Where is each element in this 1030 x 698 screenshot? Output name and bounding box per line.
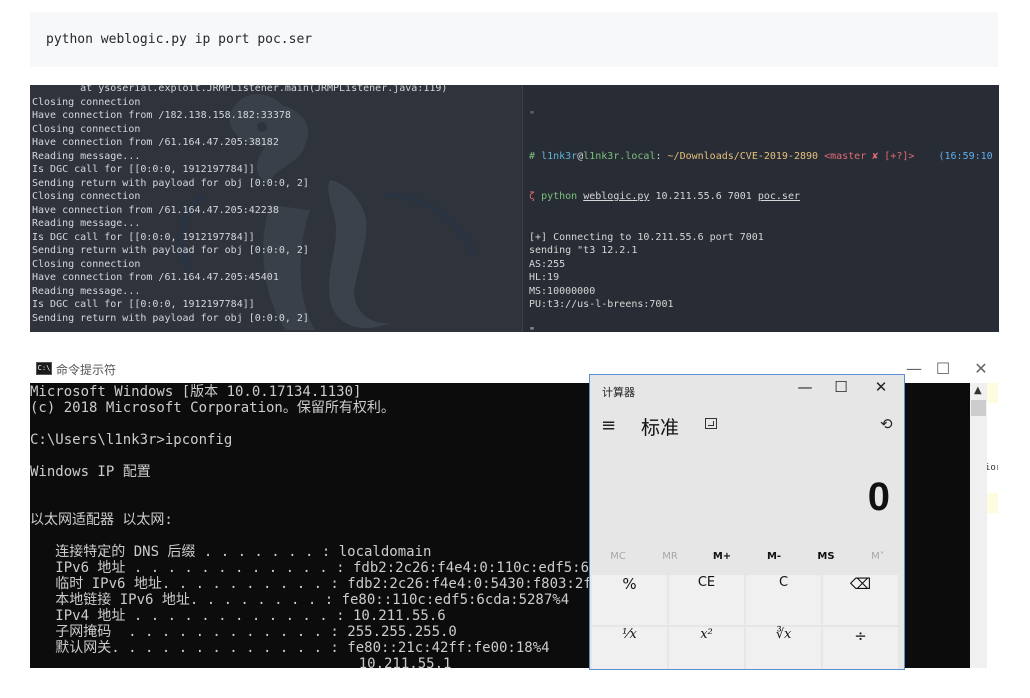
- terminal-line: Sending return with payload for obj [0:0…: [32, 177, 309, 189]
- partial-text: ior: [987, 463, 998, 473]
- terminal-line: PU:t3://us-l-breens:7001: [529, 299, 674, 310]
- right-terminal: " # l1nk3r@l1nk3r.local: ~/Downloads/CVE…: [522, 85, 999, 332]
- console-line: C:\Users\l1nk3r>ipconfig: [30, 432, 233, 448]
- square-label: x²: [700, 627, 713, 642]
- console-line: 默认网关. . . . . . . . . . . . . : fe80::21…: [30, 640, 550, 656]
- terminal-line: Is DGC call for [[0:0:0, 1912197784]]: [32, 164, 255, 175]
- terminal-line: Sending return with payload for obj [0:0…: [32, 245, 309, 256]
- prompt-host: l1nk3r.local: [583, 150, 656, 162]
- command-line: ζ python weblogic.py 10.211.55.6 7001 po…: [529, 190, 993, 204]
- terminal-line: HL:19: [529, 272, 560, 283]
- terminal-line: Reading message...: [32, 285, 141, 297]
- terminal-line: Reading message...: [32, 150, 141, 162]
- scrollbar[interactable]: ▲: [970, 383, 987, 668]
- calculator-title: 计算器: [602, 386, 635, 399]
- command-args: 10.211.55.6 7001: [655, 191, 752, 202]
- close-button[interactable]: ✕: [966, 359, 996, 378]
- console-line: 子网掩码 . . . . . . . . . . . . : 255.255.2…: [30, 624, 457, 640]
- left-terminal: at ysoserial.exploit.JRMPListener.main(J…: [30, 85, 522, 332]
- calculator-window: 计算器 — ☐ ✕ ≡ 标准 ⟲ 0 MC MR M+ M- MS M˅ % C…: [589, 374, 905, 670]
- console-line: 临时 IPv6 地址. . . . . . . . . . : fdb2:2c2…: [30, 576, 626, 592]
- prompt-arrow-icon: ζ: [529, 191, 536, 202]
- calculator-display: 0: [867, 475, 890, 519]
- percent-button[interactable]: %: [592, 575, 667, 625]
- terminal-line: Closing connection: [32, 123, 141, 135]
- right-terminal-output: " # l1nk3r@l1nk3r.local: ~/Downloads/CVE…: [529, 85, 993, 332]
- scroll-thumb[interactable]: [971, 400, 986, 416]
- clear-button[interactable]: C: [746, 575, 821, 625]
- terminal-line: Closing connection: [32, 191, 141, 202]
- prompt-colon: :: [655, 150, 662, 162]
- console-line: Windows IP 配置: [30, 464, 151, 480]
- code-block: python weblogic.py ip port poc.ser: [30, 12, 998, 67]
- terminal-line: Is DGC call for [[0:0:0, 1912197784]]: [32, 299, 255, 310]
- terminal-line: MS:10000000: [529, 285, 596, 297]
- left-terminal-output: at ysoserial.exploit.JRMPListener.main(J…: [32, 85, 447, 325]
- menu-icon[interactable]: ≡: [601, 415, 616, 436]
- terminal-line: ": [529, 110, 536, 121]
- cmd-app-icon: C:\: [36, 362, 52, 375]
- calc-maximize-button[interactable]: ☐: [826, 378, 856, 396]
- memory-clear-button[interactable]: MC: [592, 551, 644, 562]
- console-line: IPv6 地址 . . . . . . . . . . . . : fdb2:2…: [30, 560, 632, 576]
- console-line: IPv4 地址 . . . . . . . . . . . . : 10.211…: [30, 608, 446, 624]
- memory-add-button[interactable]: M+: [696, 551, 748, 562]
- backspace-button[interactable]: ⌫: [823, 575, 898, 625]
- cmd-title: 命令提示符: [56, 363, 117, 377]
- clear-entry-button[interactable]: CE: [669, 575, 744, 625]
- reciprocal-button[interactable]: ⅟x: [592, 627, 667, 669]
- terminal-line: AS:255: [529, 258, 566, 270]
- console-line: 以太网适配器 以太网:: [30, 512, 173, 528]
- terminal-line: sending "t3 12.2.1: [529, 245, 638, 256]
- prompt-hash: #: [529, 150, 536, 162]
- memory-recall-button[interactable]: MR: [644, 551, 696, 562]
- terminal-line: [+] Connecting to 10.211.55.6 port 7001: [529, 231, 764, 243]
- memory-list-button[interactable]: M˅: [852, 551, 904, 562]
- terminal-line: Is DGC call for [[0:0:0, 1912197784]]: [32, 231, 255, 243]
- prompt-line: # l1nk3r@l1nk3r.local: ~/Downloads/CVE-2…: [529, 150, 993, 164]
- terminal-line: Have connection from /61.164.47.205:3818…: [32, 137, 279, 148]
- command-file: poc.ser: [757, 191, 800, 202]
- memory-subtract-button[interactable]: M-: [748, 551, 800, 562]
- console-line: (c) 2018 Microsoft Corporation。保留所有权利。: [30, 400, 395, 416]
- calc-close-button[interactable]: ✕: [866, 378, 896, 396]
- git-branch: <master ✘ [+?]>: [824, 150, 915, 162]
- divide-button[interactable]: ÷: [823, 627, 898, 669]
- cube-root-label: ∛x: [775, 627, 792, 642]
- terminal-line: Closing connection: [32, 96, 141, 108]
- console-line: Microsoft Windows [版本 10.0.17134.1130]: [30, 384, 362, 400]
- terminal-line: Have connection from /61.164.47.205:4540…: [32, 272, 279, 283]
- highlight-strip: [987, 493, 998, 513]
- prompt-path: ~/Downloads/CVE-2019-2890: [667, 150, 819, 162]
- calc-minimize-button[interactable]: —: [790, 378, 820, 396]
- console-line: 连接特定的 DNS 后缀 . . . . . . . : localdomain: [30, 544, 432, 560]
- console-line: 10.211.55.1: [30, 656, 452, 668]
- cube-root-button[interactable]: ∛x: [746, 627, 821, 669]
- command-script: weblogic.py: [583, 191, 650, 202]
- terminal-line: Reading message...: [32, 218, 141, 229]
- prompt-time: (16:59:10: [938, 150, 993, 162]
- square-button[interactable]: x²: [669, 627, 744, 669]
- terminal-line: ": [529, 326, 536, 332]
- reciprocal-label: ⅟x: [622, 627, 637, 642]
- terminal-line: Sending return with payload for obj [0:0…: [32, 312, 309, 324]
- keep-on-top-icon[interactable]: [705, 418, 717, 429]
- terminal-line: Have connection from /182.138.158.182:33…: [32, 110, 291, 121]
- terminal-line: at ysoserial.exploit.JRMPListener.main(J…: [32, 85, 448, 94]
- memory-store-button[interactable]: MS: [800, 551, 852, 562]
- scroll-up-icon[interactable]: ▲: [974, 385, 982, 396]
- command-program: python: [541, 191, 578, 202]
- maximize-button[interactable]: ☐: [928, 359, 958, 378]
- command-text: python weblogic.py ip port poc.ser: [46, 32, 313, 47]
- history-icon[interactable]: ⟲: [880, 415, 893, 433]
- console-line: 本地链接 IPv6 地址. . . . . . . . : fe80::110c…: [30, 592, 570, 608]
- calculator-mode: 标准: [641, 417, 680, 439]
- prompt-user: l1nk3r: [541, 150, 578, 162]
- terminal-line: Have connection from /61.164.47.205:4223…: [32, 204, 279, 216]
- highlight-strip: [987, 383, 998, 403]
- terminal-line: Closing connection: [32, 258, 141, 270]
- background-window-edge: ior: [987, 383, 998, 668]
